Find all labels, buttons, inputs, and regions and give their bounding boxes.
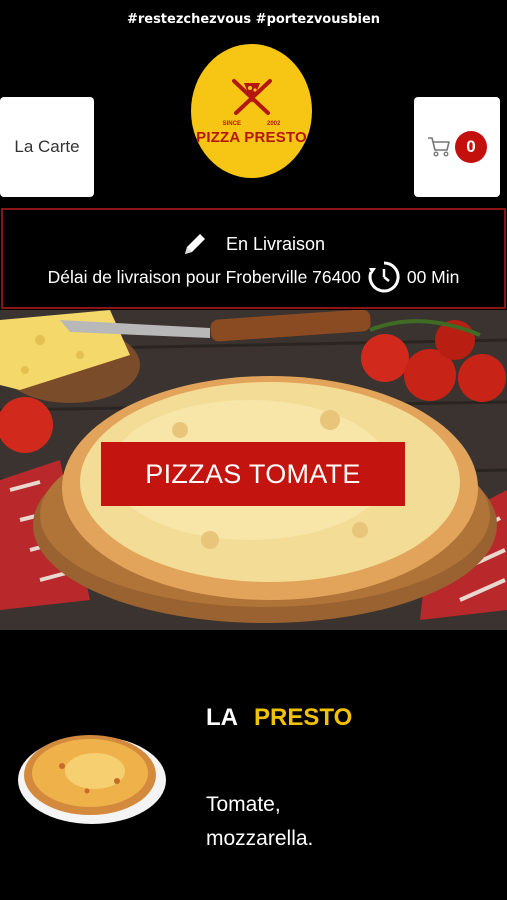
- category-button-label: PIZZAS TOMATE: [145, 458, 361, 489]
- category-hero-banner[interactable]: PIZZAS TOMATE: [0, 310, 507, 630]
- logo-since-row: SINCE 2002: [223, 121, 281, 127]
- product-title[interactable]: LA PRESTO: [206, 704, 352, 732]
- cart-count-badge: 0: [455, 131, 487, 163]
- clock-icon: [368, 261, 400, 293]
- product-description: Tomate, mozzarella.: [206, 793, 314, 850]
- product-image[interactable]: [17, 726, 167, 826]
- menu-button[interactable]: La Carte: [0, 97, 94, 197]
- logo-since: SINCE: [222, 120, 241, 127]
- category-button-pizzas-tomate[interactable]: PIZZAS TOMATE: [101, 442, 405, 506]
- pizza-presto-logo[interactable]: SINCE 2002 PIZZA PRESTO: [191, 44, 312, 178]
- delivery-mode-label: En Livraison: [225, 233, 326, 254]
- product-title-prefix: LA: [206, 704, 238, 731]
- pencil-icon[interactable]: [182, 231, 208, 257]
- product-title-name: PRESTO: [254, 704, 353, 731]
- cart-button[interactable]: 0: [414, 97, 500, 197]
- delivery-delay-text: Délai de livraison pour Froberville 7640…: [47, 266, 361, 287]
- cart-icon: [428, 137, 450, 157]
- logo-brand-name: PIZZA PRESTO: [196, 128, 307, 146]
- delivery-info-panel[interactable]: En Livraison Délai de livraison pour Fro…: [1, 208, 506, 309]
- logo-year: 2002: [266, 120, 281, 127]
- delivery-delay-value: 00 Min: [406, 266, 460, 287]
- hashtags-banner: #restezchezvous #portezvousbien: [126, 12, 381, 27]
- delivery-mode-row[interactable]: En Livraison: [3, 231, 504, 257]
- pizza-fork-knife-icon: [231, 78, 272, 115]
- product-card[interactable]: LA PRESTO Tomate, mozzarella.: [0, 630, 507, 900]
- delivery-delay-row: Délai de livraison pour Froberville 7640…: [3, 260, 504, 294]
- menu-button-label: La Carte: [14, 137, 80, 156]
